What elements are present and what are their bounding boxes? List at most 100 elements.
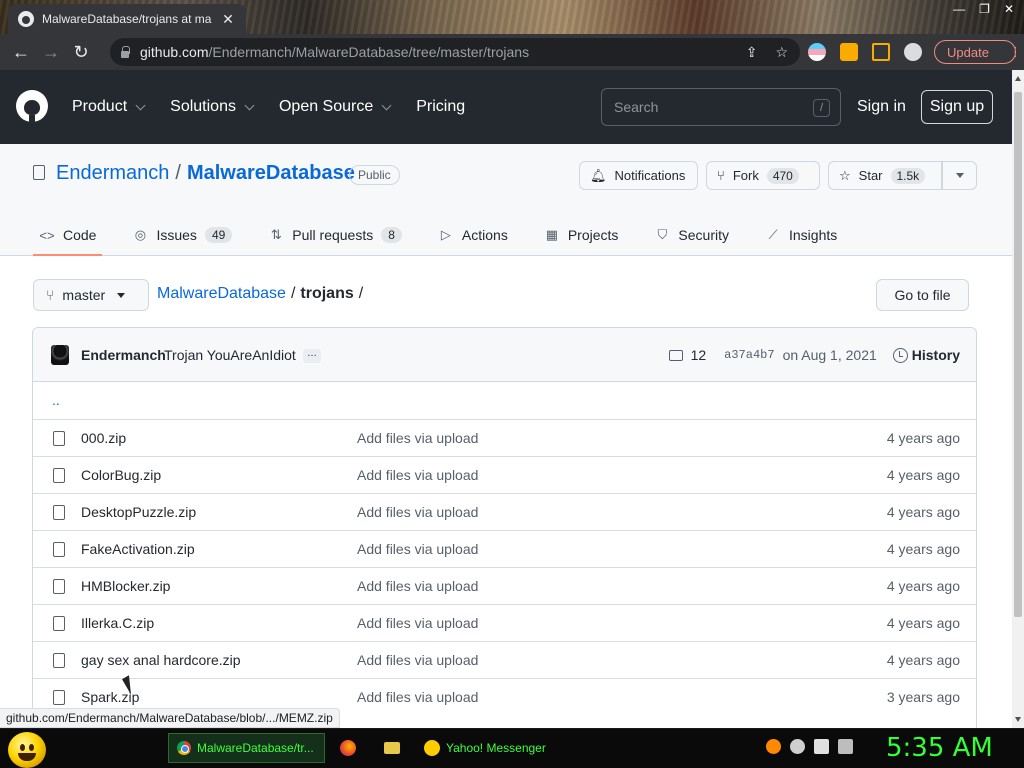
update-button[interactable]: Update ⋮ (934, 40, 1022, 64)
file-commit-message-link[interactable]: Add files via upload (357, 615, 478, 631)
file-commit-age: 3 years ago (886, 689, 960, 705)
maximize-icon[interactable]: ❐ (979, 2, 990, 16)
parent-directory-link[interactable]: .. (52, 392, 60, 408)
author-avatar[interactable] (51, 345, 69, 365)
tab-actions[interactable]: ▷ Actions (432, 214, 514, 256)
file-row[interactable]: ColorBug.zip Add files via upload 4 years … (33, 456, 976, 493)
file-name-link[interactable]: 000.zip (81, 430, 126, 446)
breadcrumb-separator: / (290, 285, 296, 302)
close-window-icon[interactable]: ✕ (1004, 2, 1014, 16)
file-commit-message-link[interactable]: Add files via upload (357, 467, 478, 483)
star-count: 1.5k (890, 167, 926, 184)
file-row[interactable]: 000.zip Add files via upload 4 years ago (33, 419, 976, 456)
commit-author-link[interactable]: Endermanch (81, 347, 166, 363)
chevron-down-icon (244, 100, 255, 110)
side-panel-icon[interactable] (872, 43, 890, 61)
tab-projects[interactable]: ▦ Projects (538, 214, 625, 256)
go-to-file-button[interactable]: Go to file (876, 279, 969, 311)
file-name-link[interactable]: ColorBug.zip (81, 467, 161, 483)
taskbar-item-yahoo-messenger[interactable]: Yahoo! Messenger (416, 733, 576, 763)
file-name-link[interactable]: Illerka.C.zip (81, 615, 154, 631)
repo-tabs: <> Code ◎ Issues 49 ⇅ Pull requests 8 ▷ … (33, 214, 843, 256)
star-dropdown-button[interactable] (942, 161, 977, 190)
file-name-link[interactable]: gay sex anal hardcore.zip (81, 652, 241, 668)
taskbar-item-firefox[interactable] (332, 733, 364, 763)
search-input[interactable]: Search / (601, 88, 841, 126)
taskbar-item-chrome[interactable]: MalwareDatabase/tr... (168, 733, 325, 763)
github-logo-icon[interactable] (16, 90, 48, 122)
file-commit-message-link[interactable]: Add files via upload (357, 541, 478, 557)
avatar-icon[interactable] (904, 43, 922, 61)
github-favicon-icon (18, 11, 34, 27)
share-icon[interactable]: ⇪ (746, 44, 758, 61)
taskbar-item-label: Yahoo! Messenger (446, 741, 546, 755)
fork-button[interactable]: ⑂ Fork 470 (706, 161, 820, 190)
file-commit-message-link[interactable]: Add files via upload (357, 652, 478, 668)
tab-insights[interactable]: ⟋ Insights (759, 214, 843, 256)
file-name-link[interactable]: DesktopPuzzle.zip (81, 504, 196, 520)
file-row[interactable]: gay sex anal hardcore.zip Add files via u… (33, 641, 976, 678)
file-name-link[interactable]: HMBlocker.zip (81, 578, 170, 594)
repo-name-link[interactable]: MalwareDatabase (187, 162, 355, 185)
sign-up-button[interactable]: Sign up (921, 90, 993, 124)
start-button-smiley-icon[interactable] (8, 732, 46, 768)
star-button[interactable]: ☆ Star 1.5k (828, 161, 942, 190)
url-path: /Endermanch/MalwareDatabase/tree/master/… (208, 44, 530, 60)
back-arrow-icon[interactable]: ← (6, 37, 36, 67)
reload-icon[interactable]: ↻ (66, 37, 96, 67)
tab-code[interactable]: <> Code (33, 214, 103, 256)
file-commit-message-link[interactable]: Add files via upload (357, 430, 478, 446)
history-link[interactable]: History (892, 347, 960, 363)
comment-count[interactable]: 12 (691, 347, 707, 363)
parent-directory-row[interactable]: .. (33, 382, 976, 419)
sign-in-link[interactable]: Sign in (857, 88, 906, 126)
profile-extension-icon[interactable] (808, 43, 826, 61)
notifications-button[interactable]: 🔔︎ Notifications (579, 161, 698, 190)
breadcrumb-repo-link[interactable]: MalwareDatabase (157, 285, 286, 303)
puzzle-extensions-icon[interactable] (840, 43, 858, 61)
nav-pricing[interactable]: Pricing (416, 98, 465, 116)
tab-close-icon[interactable]: ✕ (220, 11, 236, 28)
file-row[interactable]: HMBlocker.zip Add files via upload 4 years… (33, 567, 976, 604)
repo-owner-link[interactable]: Endermanch (56, 162, 169, 185)
branch-selector[interactable]: ⑂ master (33, 279, 149, 311)
bell-icon: 🔔︎ (590, 167, 607, 183)
address-bar[interactable]: github.com /Endermanch/MalwareDatabase/t… (110, 38, 800, 66)
file-row[interactable]: FakeActivation.zip Add files via upload 4 … (33, 530, 976, 567)
commit-message-link[interactable]: Trojan YouAreAnIdiot (164, 347, 296, 363)
commit-expand-button[interactable]: … (303, 349, 321, 363)
kebab-menu-icon[interactable]: ⋮ (1009, 44, 1022, 60)
browser-tab[interactable]: MalwareDatabase/trojans at ma ✕ (8, 4, 246, 34)
tab-issues[interactable]: ◎ Issues 49 (126, 214, 238, 256)
nav-open-source[interactable]: Open Source (279, 98, 392, 116)
network-tray-icon[interactable] (814, 739, 829, 754)
file-commit-message-link[interactable]: Add files via upload (357, 578, 478, 594)
file-commit-message-link[interactable]: Add files via upload (357, 689, 478, 705)
search-tray-icon[interactable] (766, 739, 781, 754)
lock-icon[interactable] (120, 46, 130, 58)
nav-product[interactable]: Product (72, 98, 146, 116)
file-row[interactable]: Illerka.C.zip Add files via upload 4 years… (33, 604, 976, 641)
scroll-down-icon[interactable] (1015, 717, 1021, 722)
file-commit-message-link[interactable]: Add files via upload (357, 504, 478, 520)
forward-arrow-icon[interactable]: → (36, 37, 66, 67)
minimize-icon[interactable]: — (953, 2, 965, 16)
file-row[interactable]: DesktopPuzzle.zip Add files via upload 4 y… (33, 493, 976, 530)
minus-tray-icon[interactable] (790, 739, 805, 754)
file-name-link[interactable]: FakeActivation.zip (81, 541, 195, 557)
bookmark-star-icon[interactable]: ☆ (775, 44, 788, 61)
url-host: github.com (140, 44, 209, 60)
commit-sha-link[interactable]: a37a4b7 (724, 348, 774, 362)
tab-pull-requests[interactable]: ⇅ Pull requests 8 (262, 214, 408, 256)
nav-solutions[interactable]: Solutions (170, 98, 255, 116)
scrollbar-thumb[interactable] (1014, 92, 1022, 617)
taskbar-item-folder[interactable] (376, 733, 408, 763)
visibility-badge: Public (349, 165, 400, 185)
tab-security[interactable]: ⛉ Security (648, 214, 735, 256)
scroll-up-icon[interactable] (1015, 76, 1021, 81)
taskbar-clock[interactable]: 5:35 AM (886, 733, 993, 763)
branch-name: master (62, 287, 106, 303)
volume-tray-icon[interactable] (838, 739, 853, 754)
pull-request-icon: ⇅ (270, 227, 282, 242)
page-scrollbar[interactable] (1012, 70, 1024, 728)
